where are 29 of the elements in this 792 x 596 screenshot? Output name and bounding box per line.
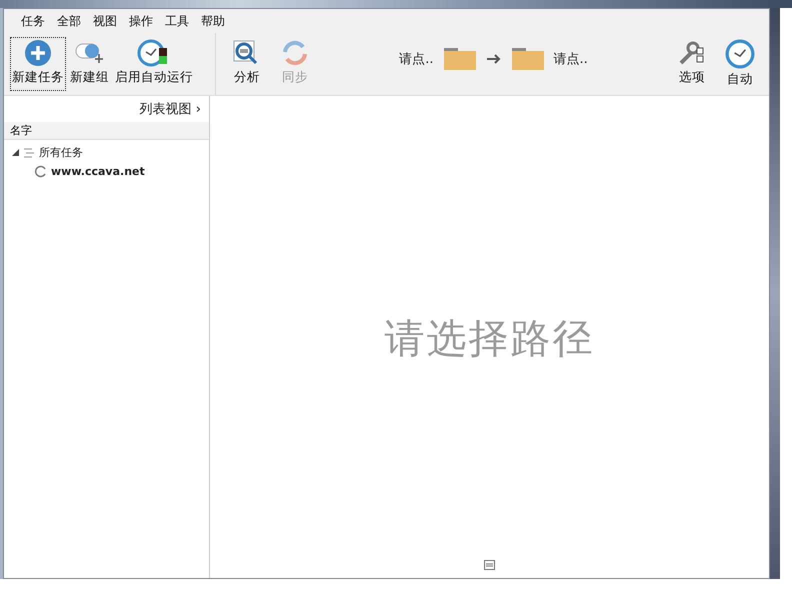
toolbar-button[interactable]: 启用自动运行	[113, 37, 195, 91]
menu-item[interactable]: 操作	[124, 12, 158, 30]
toolbar-button[interactable]: 自动	[723, 37, 757, 91]
view-switch-button[interactable]: 列表视图 ›	[132, 96, 209, 122]
menu-item[interactable]: 视图	[88, 12, 122, 30]
clock-icon	[725, 39, 755, 69]
right-path-label[interactable]: 请点..	[554, 50, 588, 68]
list-icon	[23, 148, 35, 158]
plus-icon	[24, 39, 52, 67]
toolbar-button[interactable]: 新建组	[68, 37, 111, 91]
refresh-icon	[34, 165, 47, 178]
expand-toggle-icon[interactable]	[12, 149, 19, 156]
tree-item[interactable]: www.ccava.net	[51, 165, 145, 178]
column-header[interactable]: 名字	[4, 122, 209, 140]
menu-item[interactable]: 全部	[52, 12, 86, 30]
menu-item[interactable]: 工具	[160, 12, 194, 30]
placeholder-message: 请选择路径	[384, 314, 594, 364]
panel-icon[interactable]	[484, 560, 495, 570]
tree-item[interactable]: 所有任务	[39, 145, 83, 160]
folder-question-icon	[444, 48, 476, 70]
sync-icon	[280, 39, 310, 67]
menu-item[interactable]: 任务	[16, 12, 50, 30]
toolbar-button[interactable]: 选项	[675, 37, 709, 91]
arrow-right-icon	[486, 53, 502, 65]
toolbar-button[interactable]: 分析	[230, 37, 264, 91]
left-path-label[interactable]: 请点..	[399, 50, 434, 68]
folder-question-icon	[512, 48, 544, 70]
toolbar-button[interactable]: 新建任务	[10, 37, 66, 91]
menu-item[interactable]: 帮助	[196, 12, 230, 30]
